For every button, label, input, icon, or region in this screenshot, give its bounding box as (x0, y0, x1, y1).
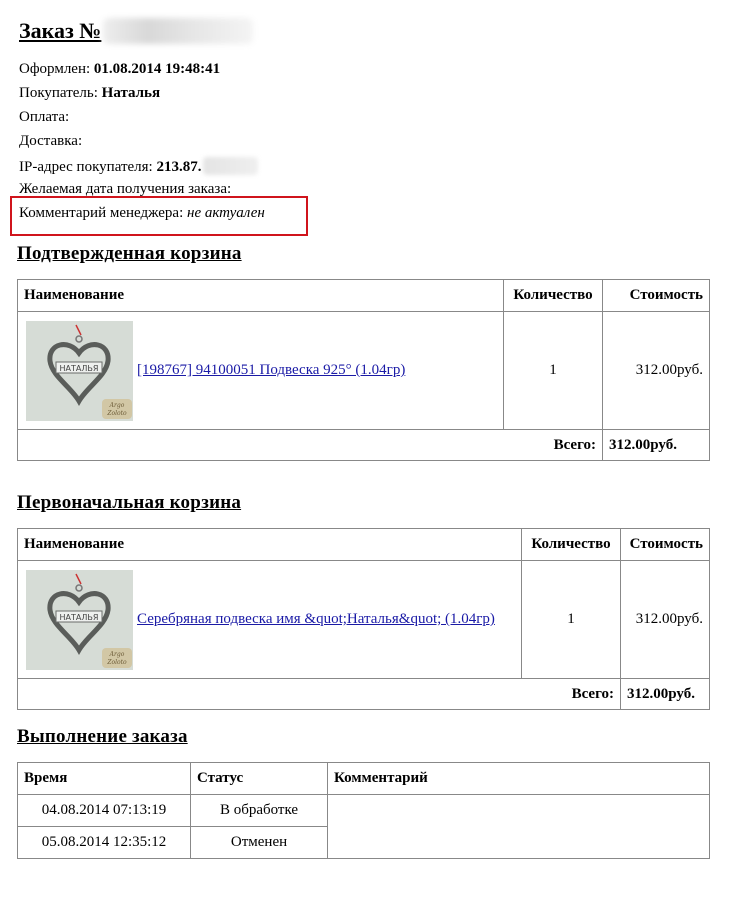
pendant-text: НАТАЛЬЯ (60, 613, 99, 622)
highlight-box (10, 196, 308, 236)
product-link[interactable]: [198767] 94100051 Подвеска 925° (1.04гр) (137, 362, 405, 379)
page-title: Заказ № (19, 18, 254, 44)
col-time: Время (17, 762, 191, 795)
svg-text:Zoloto: Zoloto (106, 659, 127, 666)
svg-text:Argo: Argo (109, 651, 125, 658)
placed-row: Оформлен: 01.08.2014 19:48:41 (19, 61, 221, 77)
col-comment: Комментарий (327, 762, 710, 795)
item-cost: 312.00руб. (620, 560, 710, 679)
buyer-row: Покупатель: Наталья (19, 85, 161, 101)
confirmed-cart-table: Наименование Количество Стоимость НАТАЛЬ… (17, 279, 710, 461)
confirmed-cart-heading: Подтвержденная корзина (17, 243, 242, 264)
product-image[interactable]: НАТАЛЬЯ Argo Zoloto (26, 569, 133, 670)
total-value: 312.00руб. (602, 429, 710, 461)
placed-value: 01.08.2014 19:48:41 (93, 61, 221, 77)
col-qty: Количество (521, 528, 621, 561)
col-name: Наименование (17, 279, 504, 312)
col-cost: Стоимость (620, 528, 710, 561)
row-time: 05.08.2014 12:35:12 (17, 826, 191, 859)
original-cart-table: Наименование Количество Стоимость НАТАЛЬ… (17, 528, 710, 710)
row-time: 04.08.2014 07:13:19 (17, 794, 191, 827)
ip-value: 213.87. (156, 159, 202, 175)
col-name: Наименование (17, 528, 522, 561)
row-status: В обработке (190, 794, 328, 827)
row-status: Отменен (190, 826, 328, 859)
total-value: 312.00руб. (620, 678, 710, 710)
item-cost: 312.00руб. (602, 311, 710, 430)
history-table: Время Статус Комментарий 04.08.2014 07:1… (17, 762, 710, 859)
buyer-value: Наталья (101, 85, 161, 101)
product-image[interactable]: НАТАЛЬЯ Argo Zoloto (26, 320, 133, 421)
history-heading: Выполнение заказа (17, 726, 188, 747)
table-row: 04.08.2014 07:13:19 В обработке (17, 794, 710, 859)
svg-text:Zoloto: Zoloto (106, 410, 127, 417)
row-comment (327, 794, 710, 859)
redacted-order-number (103, 18, 254, 44)
product-link[interactable]: Серебряная подвеска имя &quot;Наталья&qu… (137, 611, 495, 628)
ip-row: IP-адрес покупателя: 213.87. (19, 157, 259, 176)
original-cart-heading: Первоначальная корзина (17, 492, 242, 513)
col-qty: Количество (503, 279, 603, 312)
payment-row: Оплата: (19, 109, 70, 125)
pendant-text: НАТАЛЬЯ (60, 364, 99, 373)
total-label: Всего: (17, 678, 621, 710)
item-qty: 1 (521, 560, 621, 679)
redacted-ip (203, 157, 259, 175)
svg-text:Argo: Argo (109, 402, 125, 409)
item-qty: 1 (503, 311, 603, 430)
col-status: Статус (190, 762, 328, 795)
delivery-row: Доставка: (19, 133, 83, 149)
total-label: Всего: (17, 429, 603, 461)
col-cost: Стоимость (602, 279, 710, 312)
